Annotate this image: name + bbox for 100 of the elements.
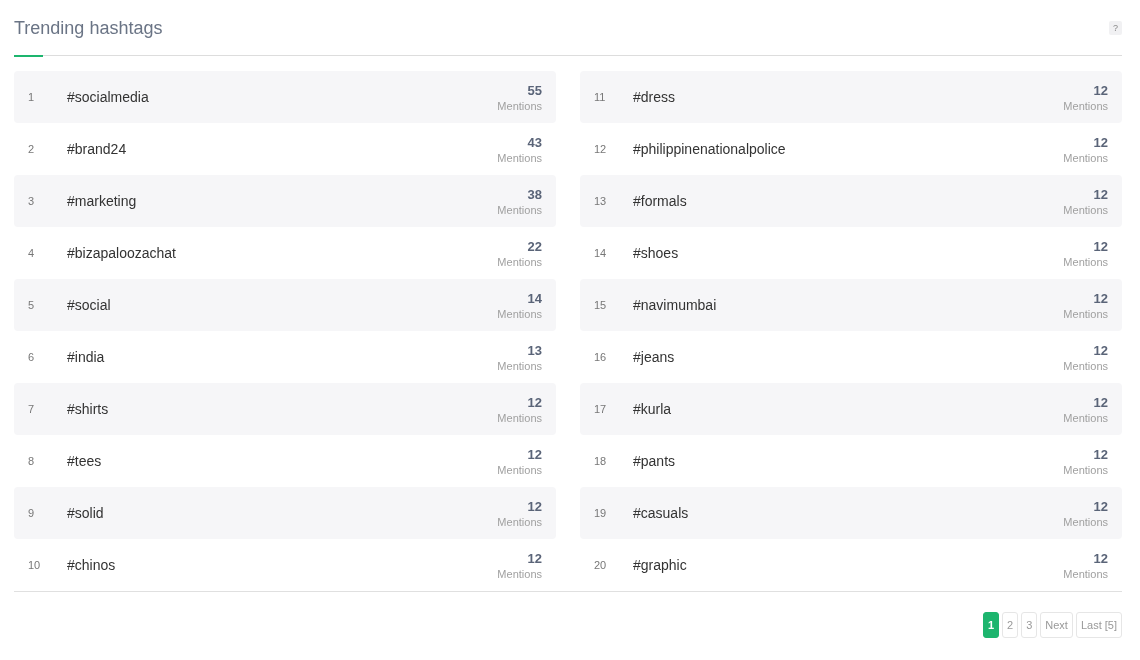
mention-count: 14 xyxy=(527,290,542,306)
rank-number: 17 xyxy=(594,403,608,415)
mentions-label: Mentions xyxy=(1063,463,1108,476)
hashtag-row[interactable]: 14 #shoes 12 Mentions xyxy=(580,227,1122,279)
hashtag-row[interactable]: 16 #jeans 12 Mentions xyxy=(580,331,1122,383)
rank-number: 6 xyxy=(28,351,36,363)
rank-number: 5 xyxy=(28,299,36,311)
hashtag-row[interactable]: 20 #graphic 12 Mentions xyxy=(580,539,1122,591)
rank-number: 2 xyxy=(28,143,36,155)
rank-number: 14 xyxy=(594,247,608,259)
hashtag-label: #graphic xyxy=(633,557,688,573)
hashtag-label: #kurla xyxy=(633,401,673,417)
hashtag-row[interactable]: 8 #tees 12 Mentions xyxy=(14,435,556,487)
mentions-label: Mentions xyxy=(1063,99,1108,112)
mentions-label: Mentions xyxy=(1063,411,1108,424)
mentions-label: Mentions xyxy=(497,255,542,268)
mentions-label: Mentions xyxy=(1063,255,1108,268)
mention-count: 12 xyxy=(527,498,542,514)
mentions-label: Mentions xyxy=(497,151,542,164)
mention-count: 12 xyxy=(1093,498,1108,514)
mentions-label: Mentions xyxy=(1063,515,1108,528)
rank-number: 16 xyxy=(594,351,608,363)
mentions-label: Mentions xyxy=(497,359,542,372)
hashtag-label: #tees xyxy=(67,453,103,469)
panel-title: Trending hashtags xyxy=(14,17,163,39)
rank-number: 15 xyxy=(594,299,608,311)
hashtag-label: #formals xyxy=(633,193,688,209)
rank-number: 7 xyxy=(28,403,36,415)
mention-count: 12 xyxy=(1093,238,1108,254)
mention-count: 12 xyxy=(1093,290,1108,306)
hashtag-row[interactable]: 7 #shirts 12 Mentions xyxy=(14,383,556,435)
mention-count: 22 xyxy=(527,238,542,254)
mentions-label: Mentions xyxy=(497,567,542,580)
mentions-label: Mentions xyxy=(1063,151,1108,164)
hashtag-label: #jeans xyxy=(633,349,676,365)
mention-count: 12 xyxy=(1093,394,1108,410)
mentions-label: Mentions xyxy=(1063,567,1108,580)
mention-count: 43 xyxy=(527,134,542,150)
mention-count: 12 xyxy=(1093,82,1108,98)
mention-count: 38 xyxy=(527,186,542,202)
mention-count: 13 xyxy=(527,342,542,358)
hashtag-row[interactable]: 13 #formals 12 Mentions xyxy=(580,175,1122,227)
hashtag-label: #casuals xyxy=(633,505,690,521)
rank-number: 18 xyxy=(594,455,608,467)
rank-number: 13 xyxy=(594,195,608,207)
mention-count: 12 xyxy=(527,394,542,410)
rank-number: 8 xyxy=(28,455,36,467)
mention-count: 12 xyxy=(1093,186,1108,202)
hashtag-row[interactable]: 18 #pants 12 Mentions xyxy=(580,435,1122,487)
hashtag-row[interactable]: 6 #india 13 Mentions xyxy=(14,331,556,383)
rank-number: 9 xyxy=(28,507,36,519)
mentions-label: Mentions xyxy=(497,307,542,320)
rank-number: 12 xyxy=(594,143,608,155)
rank-number: 20 xyxy=(594,559,608,571)
mentions-label: Mentions xyxy=(497,463,542,476)
hashtag-label: #marketing xyxy=(67,193,138,209)
rank-number: 10 xyxy=(28,559,42,571)
hashtag-label: #philippinenationalpolice xyxy=(633,141,787,157)
hashtag-label: #india xyxy=(67,349,106,365)
hashtag-row[interactable]: 2 #brand24 43 Mentions xyxy=(14,123,556,175)
mention-count: 55 xyxy=(527,82,542,98)
mention-count: 12 xyxy=(1093,550,1108,566)
hashtag-row[interactable]: 17 #kurla 12 Mentions xyxy=(580,383,1122,435)
hashtag-row[interactable]: 9 #solid 12 Mentions xyxy=(14,487,556,539)
mentions-label: Mentions xyxy=(497,99,542,112)
hashtag-row[interactable]: 4 #bizapaloozachat 22 Mentions xyxy=(14,227,556,279)
mentions-label: Mentions xyxy=(1063,359,1108,372)
mentions-label: Mentions xyxy=(497,411,542,424)
mentions-label: Mentions xyxy=(497,515,542,528)
mention-count: 12 xyxy=(1093,342,1108,358)
hashtag-row[interactable]: 12 #philippinenationalpolice 12 Mentions xyxy=(580,123,1122,175)
hashtag-label: #socialmedia xyxy=(67,89,150,105)
mention-count: 12 xyxy=(527,446,542,462)
hashtag-label: #solid xyxy=(67,505,105,521)
hashtag-row[interactable]: 1 #socialmedia 55 Mentions xyxy=(14,71,556,123)
hashtag-label: #shoes xyxy=(633,245,680,261)
mention-count: 12 xyxy=(1093,134,1108,150)
hashtag-label: #navimumbai xyxy=(633,297,718,313)
hashtag-row[interactable]: 19 #casuals 12 Mentions xyxy=(580,487,1122,539)
hashtag-row[interactable]: 15 #navimumbai 12 Mentions xyxy=(580,279,1122,331)
mentions-label: Mentions xyxy=(1063,203,1108,216)
hashtag-label: #dress xyxy=(633,89,677,105)
rank-number: 3 xyxy=(28,195,36,207)
hashtag-label: #chinos xyxy=(67,557,117,573)
hashtag-row[interactable]: 10 #chinos 12 Mentions xyxy=(14,539,556,591)
hashtag-row[interactable]: 3 #marketing 38 Mentions xyxy=(14,175,556,227)
rank-number: 1 xyxy=(28,91,36,103)
hashtag-label: #shirts xyxy=(67,401,110,417)
hashtag-label: #social xyxy=(67,297,112,313)
mentions-label: Mentions xyxy=(1063,307,1108,320)
mention-count: 12 xyxy=(1093,446,1108,462)
rank-number: 11 xyxy=(594,91,607,103)
mentions-label: Mentions xyxy=(497,203,542,216)
hashtag-row[interactable]: 5 #social 14 Mentions xyxy=(14,279,556,331)
hashtag-label: #brand24 xyxy=(67,141,128,157)
hashtag-label: #bizapaloozachat xyxy=(67,245,177,261)
rank-number: 19 xyxy=(594,507,608,519)
rank-number: 4 xyxy=(28,247,36,259)
hashtag-label: #pants xyxy=(633,453,677,469)
hashtag-row[interactable]: 11 #dress 12 Mentions xyxy=(580,71,1122,123)
